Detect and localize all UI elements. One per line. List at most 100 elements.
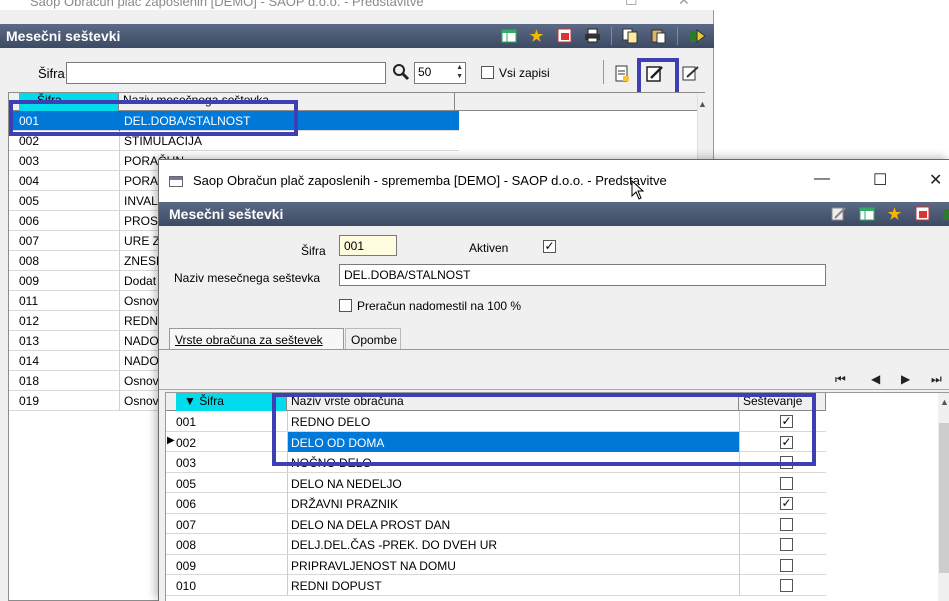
highlight-box-rows: [272, 393, 816, 466]
close-icon[interactable]: ✕: [929, 170, 942, 190]
new-record-icon[interactable]: [614, 65, 630, 85]
search-row: Šifra 50 ▲ ▼ Vsi zapisi: [0, 52, 714, 90]
row-code: 007: [176, 517, 197, 532]
row-sum-cell: [739, 513, 826, 534]
row-code: 006: [19, 214, 40, 228]
table-row[interactable]: 010 REDNI DOPUST: [166, 575, 826, 596]
row-code: 012: [19, 314, 40, 328]
exit-green-icon[interactable]: [941, 204, 949, 223]
recalc-checkbox[interactable]: [339, 299, 352, 312]
tab-notes[interactable]: Opombe: [345, 328, 401, 350]
record-count-spinner[interactable]: 50 ▲ ▼: [414, 62, 466, 84]
row-code: 005: [19, 194, 40, 208]
sum-checkbox[interactable]: [780, 517, 793, 531]
section-title: Mesečni seštevki: [169, 206, 284, 222]
spinner-arrows-icon[interactable]: ▲ ▼: [456, 63, 463, 81]
row-code: 003: [19, 154, 40, 168]
tab-calculation-types[interactable]: Vrste obračuna za seštevek: [169, 328, 344, 350]
row-code: 002: [176, 435, 197, 450]
column-header-code[interactable]: ▼ Šifra: [176, 393, 287, 411]
row-code: 002: [19, 134, 40, 148]
minimize-icon[interactable]: —: [814, 170, 830, 188]
highlight-box-edit: [637, 58, 679, 96]
sum-checkbox[interactable]: [780, 476, 793, 490]
background-window-title: Saop Obračun plač zaposlenih [DEMO] - SA…: [30, 0, 424, 9]
paste-icon[interactable]: [649, 26, 668, 45]
table-row[interactable]: 008 DELJ.DEL.ČAS -PREK. DO DVEH UR: [166, 534, 826, 555]
table-row[interactable]: 009 PRIPRAVLJENOST NA DOMU: [166, 554, 826, 575]
previous-record-icon[interactable]: ◀: [871, 372, 880, 386]
scroll-up-icon[interactable]: ▲: [940, 397, 949, 407]
toolbar-separator: [603, 60, 604, 84]
header-toolbar: ★: [499, 26, 706, 45]
row-code: 006: [176, 497, 197, 511]
row-code: 009: [19, 274, 40, 288]
search-input[interactable]: [66, 62, 386, 84]
copy-icon[interactable]: [621, 26, 640, 45]
row-code: 013: [19, 334, 40, 348]
export-red-icon[interactable]: [913, 204, 932, 223]
export-red-icon[interactable]: [555, 26, 574, 45]
row-code: 018: [19, 374, 40, 388]
all-records-checkbox[interactable]: [481, 66, 494, 79]
table-row[interactable]: 006 DRŽAVNI PRAZNIK ✓: [166, 493, 826, 514]
row-name: DELJ.DEL.ČAS -PREK. DO DVEH UR: [287, 534, 739, 554]
row-name: REDNI DOPUST: [287, 575, 739, 595]
name-field[interactable]: [339, 264, 826, 286]
edit-icon[interactable]: [829, 204, 848, 223]
nav-divider: [159, 389, 949, 390]
sum-checkbox[interactable]: [780, 558, 793, 572]
column-header-code-label: Šifra: [199, 394, 224, 408]
row-code: 001: [176, 415, 197, 429]
edit-dialog-window: Saop Obračun plač zaposlenih - sprememba…: [158, 159, 949, 601]
mouse-cursor-icon: [631, 179, 645, 205]
row-name: DELO NA NEDELJO: [287, 472, 739, 493]
next-record-icon[interactable]: ▶: [901, 372, 910, 386]
row-code: 014: [19, 354, 40, 368]
sum-checkbox[interactable]: [780, 579, 793, 592]
sum-checkbox[interactable]: ✓: [780, 497, 793, 510]
scrollbar-thumb[interactable]: [939, 423, 949, 573]
edit-alt-icon[interactable]: [682, 65, 700, 85]
toolbar-separator: [677, 27, 678, 45]
header-toolbar: ★: [829, 204, 949, 223]
table-icon[interactable]: [499, 26, 518, 45]
star-icon[interactable]: ★: [527, 26, 546, 45]
edit-dialog-titlebar[interactable]: Saop Obračun plač zaposlenih - sprememba…: [159, 160, 949, 202]
row-code: 009: [176, 558, 197, 573]
table-row[interactable]: 005 DELO NA NEDELJO: [166, 472, 826, 493]
tab-calculation-types-label: Vrste obračuna za seštevek: [175, 333, 323, 347]
background-window-titlebar[interactable]: Saop Obračun plač zaposlenih [DEMO] - SA…: [0, 0, 714, 10]
row-sum-cell: [739, 575, 826, 595]
scroll-up-icon[interactable]: ▲: [698, 99, 707, 109]
active-label: Aktiven: [469, 241, 509, 255]
table-row[interactable]: 007 DELO NA DELA PROST DAN: [166, 513, 826, 534]
row-sum-cell: ✓: [739, 493, 826, 513]
star-icon[interactable]: ★: [885, 204, 904, 223]
row-sum-cell: [739, 554, 826, 575]
code-field[interactable]: [339, 235, 397, 256]
edit-dialog-title: Saop Obračun plač zaposlenih - sprememba…: [193, 173, 667, 188]
section-header-bar: Mesečni seštevki ★: [0, 24, 714, 48]
toolbar-separator: [611, 27, 612, 45]
all-records-label: Vsi zapisi: [499, 66, 550, 80]
row-name: PRIPRAVLJENOST NA DOMU: [287, 554, 739, 575]
table-icon[interactable]: [857, 204, 876, 223]
maximize-icon[interactable]: ☐: [625, 0, 638, 9]
exit-green-icon[interactable]: [687, 26, 706, 45]
last-record-icon[interactable]: ⏭: [931, 372, 942, 387]
row-name: DELO NA DELA PROST DAN: [287, 513, 739, 534]
maximize-icon[interactable]: ☐: [873, 170, 887, 190]
row-code: 004: [19, 174, 40, 188]
close-icon[interactable]: ✕: [678, 0, 690, 9]
active-checkbox[interactable]: ✓: [543, 240, 556, 253]
row-name: DRŽAVNI PRAZNIK: [287, 493, 739, 513]
first-record-icon[interactable]: ⏮: [835, 372, 846, 387]
search-icon[interactable]: [392, 63, 410, 85]
print-icon[interactable]: [583, 26, 602, 45]
tab-notes-label: Opombe: [351, 333, 398, 347]
calculation-grid-scrollbar[interactable]: ▲: [938, 393, 949, 601]
section-title: Mesečni seštevki: [6, 28, 121, 44]
sum-checkbox[interactable]: [780, 538, 793, 551]
row-code: 010: [176, 579, 197, 593]
